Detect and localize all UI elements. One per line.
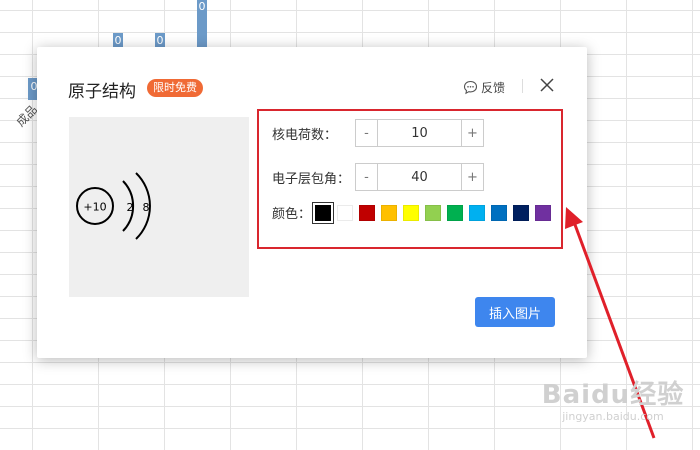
color-label: 颜色：	[272, 207, 312, 222]
atom-preview: +10 2 8	[69, 117, 249, 297]
increment-button[interactable]: +	[461, 120, 483, 146]
dialog-title: 原子结构	[68, 82, 136, 102]
free-badge: 限时免费	[147, 79, 203, 97]
increment-button[interactable]: +	[461, 164, 483, 190]
color-swatch[interactable]	[337, 204, 354, 221]
shell-angle-input[interactable]	[378, 164, 461, 190]
background-bar-label: 0	[198, 0, 206, 13]
color-swatch[interactable]	[425, 204, 442, 221]
header-divider	[522, 79, 523, 93]
close-button[interactable]	[537, 75, 557, 95]
shell-angle-row: 电子层包角： - +	[259, 163, 484, 191]
color-swatch[interactable]	[447, 204, 464, 221]
settings-panel: 核电荷数： - + 电子层包角： - + 颜色：	[257, 109, 563, 249]
shell-count: 8	[143, 201, 150, 214]
color-swatch[interactable]	[491, 204, 508, 221]
background-bar-label: 0	[114, 34, 122, 47]
nucleus-label: +10	[83, 201, 106, 214]
color-swatch[interactable]	[403, 204, 420, 221]
color-swatch[interactable]	[312, 201, 335, 224]
color-swatch[interactable]	[381, 204, 398, 221]
shell-count: 2	[127, 201, 134, 214]
background-bar-label: 0	[156, 34, 164, 47]
watermark-url: jingyan.baidu.com	[562, 410, 664, 423]
color-swatch-list	[312, 201, 557, 224]
insert-image-button[interactable]: 插入图片	[475, 297, 555, 327]
color-swatch[interactable]	[359, 204, 376, 221]
watermark-logo: Baidu经验	[541, 380, 685, 410]
atom-structure-dialog: 原子结构 限时免费 反馈 +10 2 8 核电荷数： - 10 + 电子层包角：…	[37, 47, 587, 358]
atom-diagram: +10 2 8	[76, 172, 151, 240]
color-swatch[interactable]	[469, 204, 486, 221]
chat-bubble-icon	[463, 80, 478, 94]
color-swatch[interactable]	[535, 204, 552, 221]
color-row: 颜色：	[259, 201, 557, 224]
nuclear-charge-label: 核电荷数：	[272, 127, 338, 143]
shell-angle-stepper: - +	[355, 163, 484, 191]
shell-angle-label: 电子层包角：	[272, 171, 351, 187]
nuclear-charge-input[interactable]	[378, 120, 461, 146]
color-swatch[interactable]	[513, 204, 530, 221]
feedback-label: 反馈	[481, 80, 506, 95]
close-icon	[540, 78, 554, 92]
decrement-button[interactable]: -	[356, 164, 378, 190]
nuclear-charge-stepper: - +	[355, 119, 484, 147]
feedback-link[interactable]: 反馈	[463, 77, 505, 97]
watermark: Baidu经验 jingyan.baidu.com	[538, 380, 688, 440]
decrement-button[interactable]: -	[356, 120, 378, 146]
nuclear-charge-row: 核电荷数： - +	[259, 119, 484, 147]
